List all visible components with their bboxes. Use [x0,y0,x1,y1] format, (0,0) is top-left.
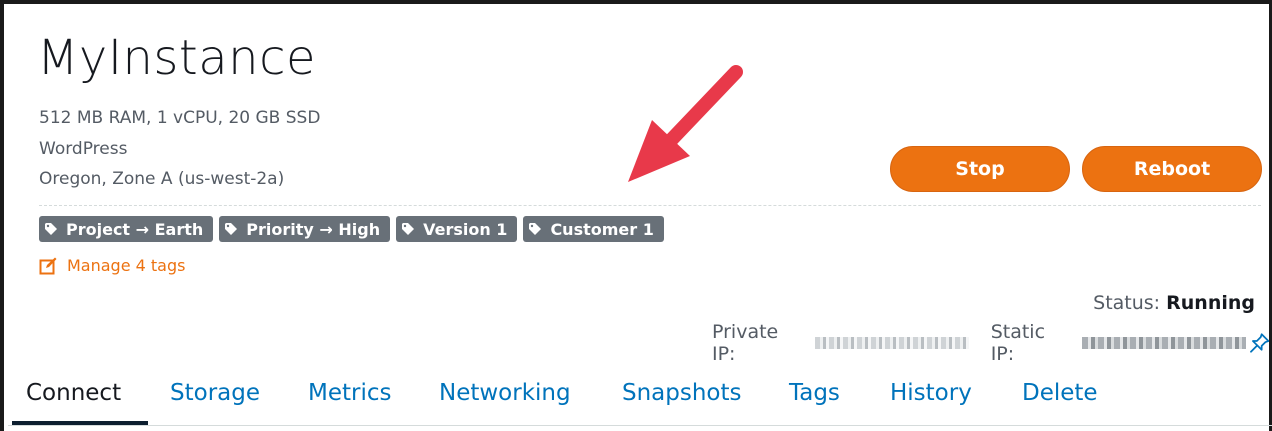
annotation-arrow [628,65,743,182]
pin-icon[interactable] [1249,333,1269,353]
divider [39,205,1261,206]
instance-specs: 512 MB RAM, 1 vCPU, 20 GB SSD [39,108,321,128]
tag-chip[interactable]: Customer 1 [523,216,664,242]
tab-tags[interactable]: Tags [789,380,840,406]
private-ip-redacted [815,337,969,349]
tag-label: Priority → High [246,219,381,239]
tag-icon [45,223,57,235]
tab-snapshots[interactable]: Snapshots [622,380,742,406]
tag-label: Customer 1 [550,219,654,239]
ip-info: Private IP: Static IP: [712,321,1269,365]
instance-blueprint: WordPress [39,139,128,159]
tag-chip[interactable]: Priority → High [219,216,391,242]
tag-chip[interactable]: Version 1 [396,216,518,242]
stop-button[interactable]: Stop [890,146,1070,192]
tab-delete[interactable]: Delete [1022,380,1098,406]
tab-history[interactable]: History [890,380,972,406]
tag-list: Project → Earth Priority → High Version … [39,216,664,242]
instance-tabs: Connect Storage Metrics Networking Snaps… [8,368,1272,426]
tab-networking[interactable]: Networking [439,380,571,406]
static-ip-label: Static IP: [990,321,1046,365]
tab-connect[interactable]: Connect [26,380,121,406]
reboot-button[interactable]: Reboot [1082,146,1262,192]
tag-chip[interactable]: Project → Earth [39,216,214,242]
tag-label: Version 1 [423,219,508,239]
static-ip-redacted [1082,337,1246,349]
tag-icon [529,223,542,235]
manage-tags-link[interactable]: Manage 4 tags [39,256,185,275]
tag-label: Project → Earth [66,219,204,239]
status-label: Status: [1093,292,1161,314]
active-tab-indicator [12,421,148,425]
instance-name: MyInstance [37,30,316,86]
edit-icon [39,257,57,274]
tag-icon [225,223,238,235]
tag-icon [402,223,415,235]
manage-tags-label: Manage 4 tags [67,256,186,275]
status-value: Running [1166,292,1255,314]
tab-metrics[interactable]: Metrics [308,380,392,406]
instance-location: Oregon, Zone A (us-west-2a) [39,169,285,189]
private-ip-label: Private IP: [712,321,779,365]
tab-storage[interactable]: Storage [170,380,260,406]
instance-detail-panel: MyInstance 512 MB RAM, 1 vCPU, 20 GB SSD… [0,0,1272,431]
instance-status: Status: Running [1093,292,1255,314]
